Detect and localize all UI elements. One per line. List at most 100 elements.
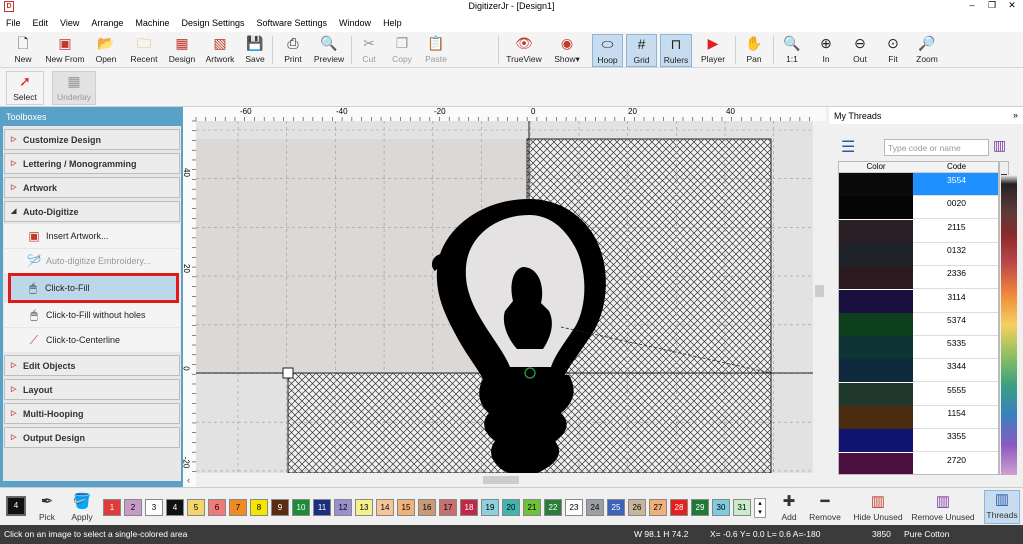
menu-design-settings[interactable]: Design Settings: [181, 18, 244, 28]
click-to-centerline-item[interactable]: ⟋ Click-to-Centerline: [4, 328, 180, 352]
palette-color-chip[interactable]: 29: [691, 499, 709, 516]
palette-color-chip[interactable]: 23: [565, 499, 583, 516]
scroll-left-arrow[interactable]: ‹: [187, 475, 190, 485]
click-to-fill-item[interactable]: 🖱 Click-to-Fill: [8, 273, 179, 303]
section-artwork[interactable]: ▷ Artwork: [4, 177, 180, 198]
palette-color-chip[interactable]: 16: [418, 499, 436, 516]
zoom-button[interactable]: 🔎 Zoom: [912, 34, 942, 67]
show-button[interactable]: ◉ Show▾: [550, 34, 584, 67]
insert-artwork-item[interactable]: ▣ Insert Artwork...: [4, 224, 180, 248]
open-button[interactable]: 📂 Open: [91, 34, 121, 67]
palette-color-chip[interactable]: 3: [145, 499, 163, 516]
palette-color-chip[interactable]: 5: [187, 499, 205, 516]
palette-color-chip[interactable]: 8: [250, 499, 268, 516]
cut-button[interactable]: ✂ Cut: [356, 34, 382, 67]
section-customize-design[interactable]: ▷ Customize Design: [4, 129, 180, 150]
horizontal-scroll-thumb[interactable]: [483, 476, 519, 484]
minimize-button[interactable]: –: [962, 0, 982, 10]
threads-toggle-button[interactable]: ▥ Threads: [984, 490, 1020, 524]
section-multi-hooping[interactable]: ▷ Multi-Hooping: [4, 403, 180, 424]
section-layout[interactable]: ▷ Layout: [4, 379, 180, 400]
artwork-button[interactable]: ▧ Artwork: [201, 34, 239, 67]
palette-color-chip[interactable]: 7: [229, 499, 247, 516]
grid-button[interactable]: # Grid: [626, 34, 657, 67]
thread-row[interactable]: 3554: [839, 173, 998, 197]
copy-button[interactable]: ❐ Copy: [388, 34, 416, 67]
remove-unused-button[interactable]: ▥ Remove Unused: [910, 493, 976, 522]
palette-color-chip[interactable]: 14: [376, 499, 394, 516]
palette-color-chip[interactable]: 31: [733, 499, 751, 516]
underlay-button[interactable]: ▦ Underlay: [52, 71, 96, 105]
thread-search-input[interactable]: Type code or name: [884, 139, 989, 156]
click-to-fill-no-holes-item[interactable]: 🖱 Click-to-Fill without holes: [4, 303, 180, 327]
palette-color-chip[interactable]: 6: [208, 499, 226, 516]
zoom-in-button[interactable]: ⊕ In: [813, 34, 839, 67]
pan-button[interactable]: ✋ Pan: [741, 34, 767, 67]
thread-row[interactable]: 5555: [839, 382, 998, 407]
close-button[interactable]: ✕: [1002, 0, 1022, 11]
palette-color-chip[interactable]: 24: [586, 499, 604, 516]
thread-row[interactable]: 5335: [839, 336, 998, 360]
menu-file[interactable]: File: [6, 18, 21, 28]
thread-chart-icon[interactable]: ▥: [993, 137, 1006, 154]
palette-color-chip[interactable]: 22: [544, 499, 562, 516]
restore-button[interactable]: ❐: [982, 0, 1002, 11]
palette-color-chip[interactable]: 19: [481, 499, 499, 516]
vertical-scroll-thumb[interactable]: [815, 285, 824, 297]
palette-color-chip[interactable]: 12: [334, 499, 352, 516]
menu-window[interactable]: Window: [339, 18, 371, 28]
remove-thread-button[interactable]: ━ Remove: [806, 493, 844, 522]
preview-button[interactable]: 🔍 Preview: [311, 34, 347, 67]
palette-color-chip[interactable]: 9: [271, 499, 289, 516]
select-button[interactable]: ➚ Select: [6, 71, 44, 105]
hoop-button[interactable]: ⬭ Hoop: [592, 34, 623, 67]
thread-row[interactable]: 1154: [839, 406, 998, 430]
thread-row[interactable]: 3114: [839, 289, 998, 314]
zoom-out-button[interactable]: ⊖ Out: [847, 34, 873, 67]
palette-color-chip[interactable]: 13: [355, 499, 373, 516]
vertical-scrollbar[interactable]: [813, 121, 826, 487]
palette-color-chip[interactable]: 4: [166, 499, 184, 516]
section-lettering[interactable]: ▷ Lettering / Monogramming: [4, 153, 180, 174]
palette-scroll[interactable]: ▴ ▾: [754, 498, 766, 518]
save-button[interactable]: 💾 Save: [242, 34, 268, 67]
design-canvas[interactable]: ‹: [183, 107, 826, 487]
rulers-button[interactable]: ⊓ Rulers: [660, 34, 692, 67]
section-auto-digitize[interactable]: ◢ Auto-Digitize: [4, 201, 180, 222]
add-thread-button[interactable]: ✚ Add: [776, 493, 802, 522]
auto-digitize-item[interactable]: 🪡 Auto-digitize Embroidery...: [4, 249, 180, 273]
thread-row[interactable]: 2336: [839, 266, 998, 290]
design-button[interactable]: ▦ Design: [166, 34, 198, 67]
print-button[interactable]: ⎙ Print: [278, 34, 308, 67]
section-edit-objects[interactable]: ▷ Edit Objects: [4, 355, 180, 376]
palette-color-chip[interactable]: 26: [628, 499, 646, 516]
palette-color-chip[interactable]: 11: [313, 499, 331, 516]
menu-edit[interactable]: Edit: [33, 18, 49, 28]
menu-arrange[interactable]: Arrange: [91, 18, 123, 28]
apply-color-button[interactable]: 🪣 Apply: [68, 493, 96, 522]
thread-row[interactable]: 2720: [839, 452, 998, 474]
player-button[interactable]: ▶ Player: [697, 34, 729, 67]
menu-software-settings[interactable]: Software Settings: [257, 18, 328, 28]
trueview-button[interactable]: 👁 TrueView: [504, 34, 544, 67]
resize-handle[interactable]: [282, 367, 294, 379]
palette-color-chip[interactable]: 15: [397, 499, 415, 516]
thread-row[interactable]: 3344: [839, 359, 998, 383]
thread-row[interactable]: 0020: [839, 196, 998, 220]
palette-color-chip[interactable]: 27: [649, 499, 667, 516]
palette-color-chip[interactable]: 17: [439, 499, 457, 516]
palette-color-chip[interactable]: 20: [502, 499, 520, 516]
recent-button[interactable]: 🗀 Recent: [125, 34, 163, 67]
new-button[interactable]: 🗋 New: [8, 34, 38, 67]
current-color-swatch[interactable]: 4: [6, 496, 26, 516]
collapse-panel-icon[interactable]: »: [1013, 110, 1018, 120]
section-output-design[interactable]: ▷ Output Design: [4, 427, 180, 448]
new-from-button[interactable]: ▣ New From: [42, 34, 88, 67]
thread-row[interactable]: 5374: [839, 312, 998, 337]
menu-machine[interactable]: Machine: [135, 18, 169, 28]
palette-color-chip[interactable]: 21: [523, 499, 541, 516]
palette-color-chip[interactable]: 1: [103, 499, 121, 516]
thread-list-view-icon[interactable]: ☰: [841, 137, 855, 157]
zoom-fit-button[interactable]: ⊙ Fit: [880, 34, 906, 67]
palette-color-chip[interactable]: 18: [460, 499, 478, 516]
